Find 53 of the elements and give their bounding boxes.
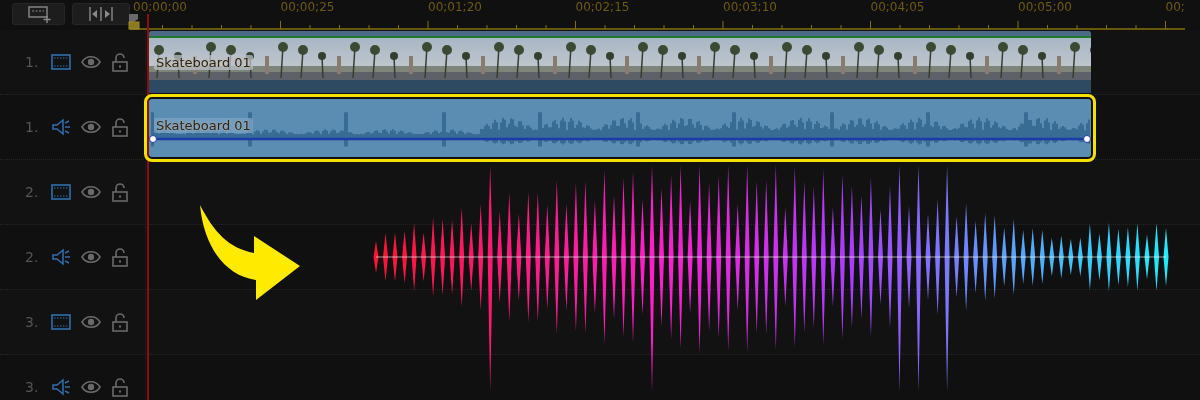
unlock-icon <box>111 52 129 72</box>
eye-icon <box>81 248 101 266</box>
speaker-icon <box>51 248 71 266</box>
track-number: 1. <box>25 54 40 70</box>
time-label: 00;05;00 <box>1018 0 1073 14</box>
film-icon <box>51 183 71 201</box>
visibility-button[interactable] <box>81 53 101 71</box>
time-label: 00;02;15 <box>575 0 631 14</box>
toolbar-button[interactable] <box>72 3 130 25</box>
volume-line[interactable] <box>149 134 1091 144</box>
visibility-button[interactable] <box>81 378 101 396</box>
time-label: 00; <box>1165 0 1186 14</box>
track-number: 3. <box>25 314 40 330</box>
visibility-button[interactable] <box>81 183 101 201</box>
eye-icon <box>81 53 101 71</box>
eye-icon <box>81 378 101 396</box>
time-label: 00;04;05 <box>870 0 926 14</box>
visibility-button[interactable] <box>81 248 101 266</box>
track-number: 2. <box>25 184 40 200</box>
audio-clip[interactable]: Skateboard 01 <box>144 94 1096 162</box>
visibility-button[interactable] <box>81 118 101 136</box>
eye-icon <box>81 183 101 201</box>
unlock-icon <box>111 182 129 202</box>
lock-button[interactable] <box>111 52 129 72</box>
time-label: 00;01;20 <box>428 0 483 14</box>
visibility-button[interactable] <box>81 313 101 331</box>
unlock-icon <box>111 117 129 137</box>
grid-plus-icon <box>26 5 51 23</box>
track-number: 3. <box>25 379 40 395</box>
eye-icon <box>81 313 101 331</box>
track-number: 1. <box>25 119 40 135</box>
lock-button[interactable] <box>111 117 129 137</box>
time-label: 00;03;10 <box>723 0 778 14</box>
film-icon <box>51 53 71 71</box>
track-number: 2. <box>25 249 40 265</box>
clip-label: Skateboard 01 <box>154 55 253 70</box>
unlock-icon <box>111 247 129 267</box>
speaker-icon <box>51 118 71 136</box>
speaker-icon <box>51 378 71 396</box>
unlock-icon <box>111 312 129 332</box>
time-label: 00;00;00 <box>133 0 188 14</box>
lock-button[interactable] <box>111 247 129 267</box>
film-icon <box>51 313 71 331</box>
time-label: 00;00;25 <box>280 0 336 14</box>
fit-arrows-icon <box>88 5 114 23</box>
playhead-handle[interactable] <box>128 14 140 30</box>
lock-button[interactable] <box>111 377 129 397</box>
unlock-icon <box>111 377 129 397</box>
clip-label: Skateboard 01 <box>154 118 253 133</box>
toolbar-button[interactable] <box>12 3 65 25</box>
lock-button[interactable] <box>111 182 129 202</box>
eye-icon <box>81 118 101 136</box>
lock-button[interactable] <box>111 312 129 332</box>
